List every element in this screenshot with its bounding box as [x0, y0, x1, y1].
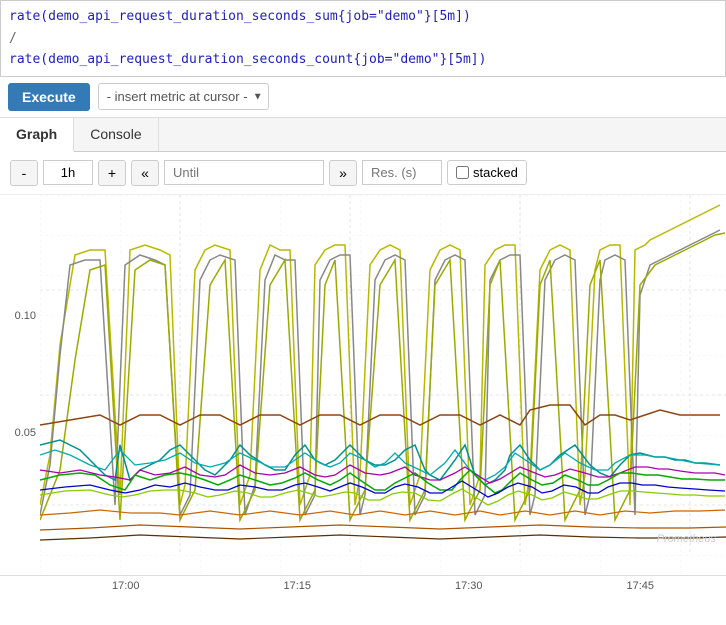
- stacked-label: stacked: [473, 165, 518, 180]
- y-label-005: 0.05: [0, 427, 40, 439]
- time-forward-button[interactable]: »: [329, 160, 357, 186]
- x-label-1715: 17:15: [283, 580, 311, 592]
- tab-graph[interactable]: Graph: [0, 118, 74, 152]
- time-back-button[interactable]: «: [131, 160, 159, 186]
- x-label-1700: 17:00: [112, 580, 140, 592]
- time-range-input[interactable]: [43, 160, 93, 185]
- x-label-1730: 17:30: [455, 580, 483, 592]
- y-axis-labels: 0.10 0.05: [0, 195, 40, 575]
- query-editor[interactable]: rate(demo_api_request_duration_seconds_s…: [0, 0, 726, 77]
- stacked-checkbox[interactable]: [456, 166, 469, 179]
- toolbar: Execute - insert metric at cursor -: [0, 77, 726, 118]
- graph-controls: - + « » stacked: [0, 152, 726, 194]
- graph-canvas: 0.10 0.05: [0, 195, 726, 575]
- query-line-1: rate(demo_api_request_duration_seconds_s…: [9, 7, 717, 27]
- time-plus-button[interactable]: +: [98, 160, 126, 186]
- metric-selector[interactable]: - insert metric at cursor -: [98, 83, 269, 110]
- time-minus-button[interactable]: -: [10, 160, 38, 186]
- query-line-2: rate(demo_api_request_duration_seconds_c…: [9, 50, 717, 70]
- metric-selector-wrapper[interactable]: - insert metric at cursor -: [98, 83, 269, 110]
- watermark: Prometheus: [657, 533, 716, 545]
- execute-button[interactable]: Execute: [8, 83, 90, 111]
- tab-console[interactable]: Console: [74, 118, 158, 151]
- until-input[interactable]: [164, 160, 324, 185]
- chart-wrapper: Prometheus: [40, 195, 726, 575]
- chart-svg: [40, 195, 726, 575]
- stacked-checkbox-label[interactable]: stacked: [447, 160, 527, 185]
- res-input[interactable]: [362, 160, 442, 185]
- query-divider: /: [9, 27, 717, 51]
- tabs: Graph Console: [0, 118, 726, 152]
- x-axis-labels: 17:00 17:15 17:30 17:45: [0, 575, 726, 596]
- y-label-010: 0.10: [0, 310, 40, 322]
- graph-area: 0.10 0.05: [0, 194, 726, 596]
- x-label-1745: 17:45: [626, 580, 654, 592]
